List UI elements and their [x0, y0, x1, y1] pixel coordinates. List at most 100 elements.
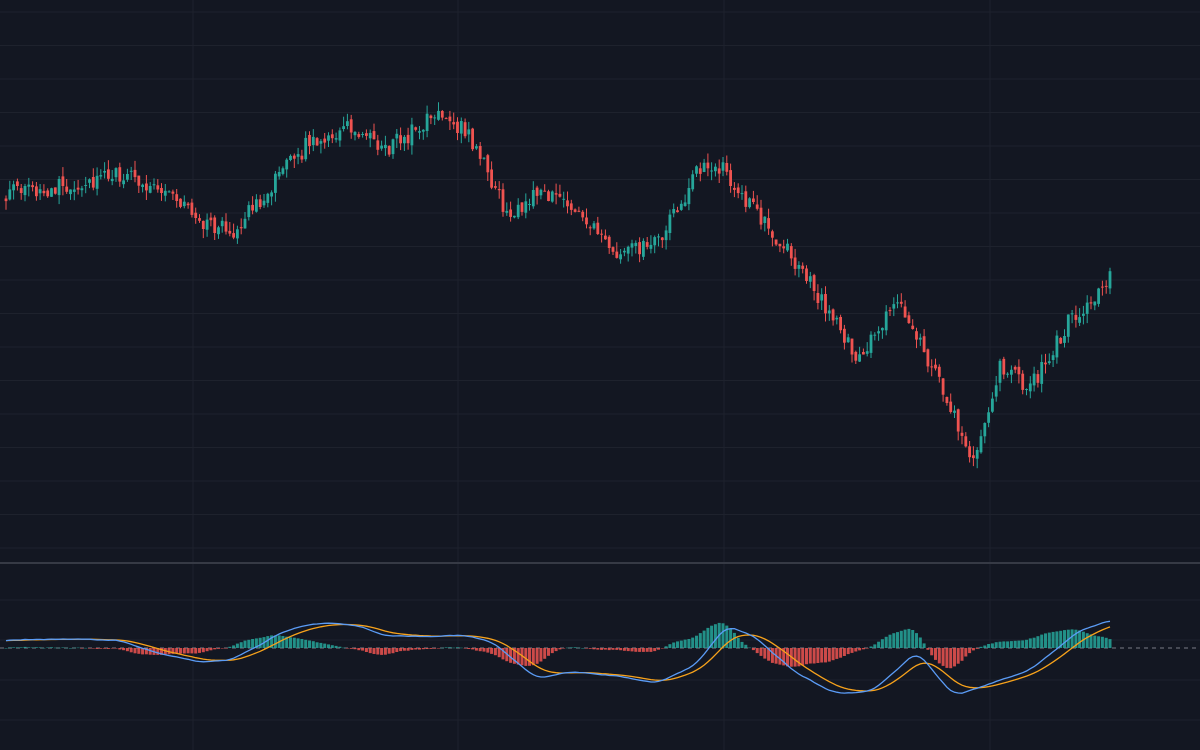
candle[interactable]	[736, 183, 740, 199]
histogram-bar[interactable]	[877, 641, 881, 648]
histogram-bar[interactable]	[201, 648, 205, 653]
candle[interactable]	[824, 286, 827, 322]
histogram-bar[interactable]	[892, 633, 896, 648]
candle[interactable]	[471, 127, 474, 152]
candle[interactable]	[35, 182, 38, 201]
histogram-bar[interactable]	[869, 646, 873, 649]
candle[interactable]	[899, 293, 903, 308]
candle[interactable]	[653, 235, 657, 254]
histogram-bar[interactable]	[729, 628, 733, 648]
histogram-bar[interactable]	[934, 648, 937, 660]
candle[interactable]	[771, 229, 774, 247]
histogram-bar[interactable]	[65, 647, 69, 649]
candle[interactable]	[194, 207, 198, 224]
histogram-bar[interactable]	[645, 648, 649, 652]
candle[interactable]	[118, 162, 122, 187]
histogram-bar[interactable]	[535, 648, 539, 664]
histogram-bar[interactable]	[72, 647, 76, 649]
candle[interactable]	[827, 305, 831, 321]
candle[interactable]	[459, 117, 463, 144]
candle[interactable]	[691, 170, 695, 192]
candle[interactable]	[873, 332, 877, 341]
candle[interactable]	[782, 239, 786, 254]
histogram-bar[interactable]	[57, 647, 61, 649]
histogram-bar[interactable]	[949, 648, 953, 669]
histogram-bar[interactable]	[539, 648, 543, 662]
candle[interactable]	[361, 131, 364, 138]
histogram-bar[interactable]	[657, 648, 660, 650]
candle[interactable]	[110, 170, 114, 186]
candle[interactable]	[657, 233, 660, 247]
candle[interactable]	[956, 408, 960, 441]
histogram-bar[interactable]	[971, 648, 975, 651]
histogram-bar[interactable]	[478, 648, 482, 652]
histogram-bar[interactable]	[888, 634, 892, 648]
candle[interactable]	[501, 183, 505, 217]
candle[interactable]	[327, 132, 330, 147]
histogram-bar[interactable]	[338, 646, 342, 648]
histogram-bar[interactable]	[289, 637, 292, 648]
histogram-bar[interactable]	[1013, 640, 1017, 648]
candle[interactable]	[201, 220, 205, 239]
candle[interactable]	[80, 185, 84, 197]
histogram-bar[interactable]	[846, 648, 850, 655]
candle[interactable]	[19, 184, 23, 200]
candle[interactable]	[668, 209, 672, 241]
candle[interactable]	[797, 261, 801, 278]
candle[interactable]	[1040, 354, 1044, 393]
histogram-bar[interactable]	[1021, 640, 1025, 648]
histogram-bar[interactable]	[122, 648, 126, 651]
candle[interactable]	[145, 175, 148, 200]
candle[interactable]	[1063, 329, 1066, 348]
histogram-bar[interactable]	[84, 647, 88, 649]
candle[interactable]	[228, 222, 232, 237]
candle[interactable]	[440, 110, 444, 121]
panel-separator[interactable]	[0, 562, 1200, 564]
histogram-bar[interactable]	[273, 635, 277, 648]
candle[interactable]	[846, 333, 850, 343]
histogram-bar[interactable]	[668, 644, 672, 648]
candle[interactable]	[1025, 388, 1028, 396]
histogram-bar[interactable]	[474, 648, 478, 651]
histogram-bar[interactable]	[88, 648, 91, 649]
candle[interactable]	[752, 190, 755, 205]
candle[interactable]	[182, 195, 186, 209]
candle[interactable]	[99, 169, 103, 180]
candle[interactable]	[1093, 301, 1097, 311]
histogram-bar[interactable]	[205, 648, 209, 652]
candle[interactable]	[831, 308, 835, 326]
histogram-bar[interactable]	[987, 644, 991, 648]
histogram-bar[interactable]	[653, 648, 657, 652]
candle[interactable]	[403, 135, 406, 151]
histogram-bar[interactable]	[793, 648, 797, 667]
candle[interactable]	[596, 216, 600, 235]
histogram-bar[interactable]	[103, 648, 107, 649]
candle[interactable]	[615, 242, 619, 259]
histogram-bar[interactable]	[133, 648, 137, 654]
histogram-bar[interactable]	[239, 642, 243, 648]
histogram-bar[interactable]	[615, 648, 619, 650]
candle[interactable]	[858, 346, 861, 362]
candle[interactable]	[604, 229, 607, 240]
candle[interactable]	[528, 198, 531, 211]
candle[interactable]	[774, 239, 778, 246]
histogram-bar[interactable]	[812, 648, 816, 664]
histogram-bar[interactable]	[1085, 633, 1089, 648]
candle[interactable]	[308, 131, 311, 155]
histogram-bar[interactable]	[300, 639, 304, 648]
histogram-bar[interactable]	[679, 640, 683, 648]
histogram-bar[interactable]	[619, 648, 623, 651]
candle[interactable]	[1036, 370, 1040, 388]
candle[interactable]	[816, 284, 820, 310]
histogram-bar[interactable]	[34, 647, 38, 648]
candle[interactable]	[778, 243, 782, 253]
histogram-bar[interactable]	[452, 647, 456, 649]
histogram-bar[interactable]	[8, 647, 12, 648]
histogram-bar[interactable]	[566, 647, 569, 649]
candle[interactable]	[748, 197, 751, 209]
candle[interactable]	[376, 134, 380, 156]
candle[interactable]	[520, 202, 524, 216]
histogram-bar[interactable]	[755, 648, 759, 654]
histogram-bar[interactable]	[611, 648, 615, 650]
histogram-bar[interactable]	[941, 648, 945, 666]
